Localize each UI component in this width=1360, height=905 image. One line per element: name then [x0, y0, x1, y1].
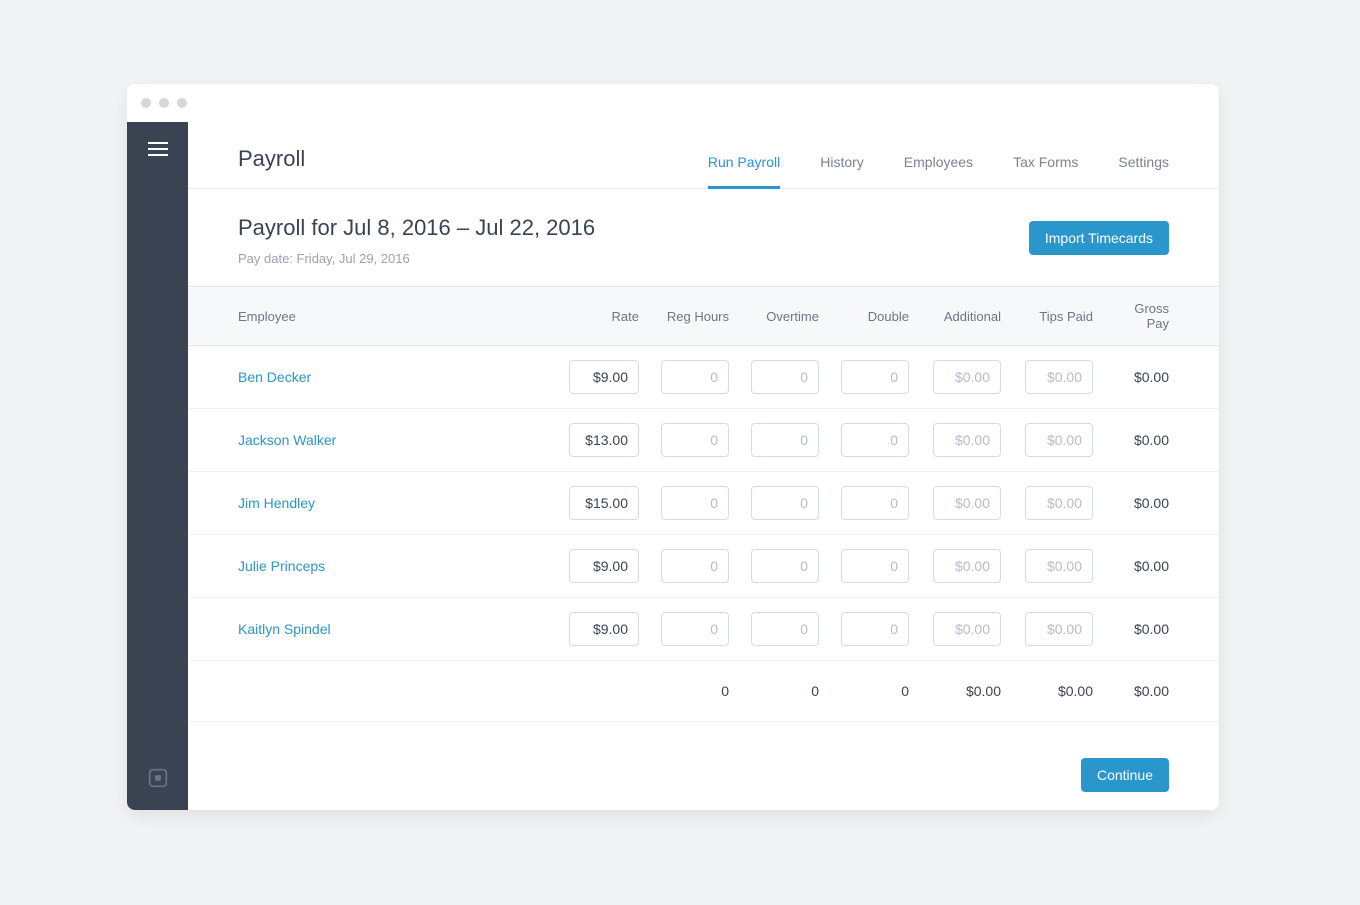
window-dot-close-icon[interactable]: [141, 98, 151, 108]
gross-pay-cell: $0.00: [1101, 598, 1219, 661]
sidebar: [127, 122, 188, 810]
tab-history[interactable]: History: [820, 154, 864, 189]
total-tips: $0.00: [1009, 661, 1101, 722]
tips-input[interactable]: [1025, 360, 1093, 394]
reg-hours-input[interactable]: [661, 423, 729, 457]
app-window: Payroll Run Payroll History Employees Ta…: [127, 84, 1219, 810]
square-logo-icon: [148, 768, 168, 788]
window-dot-max-icon[interactable]: [177, 98, 187, 108]
tab-employees[interactable]: Employees: [904, 154, 973, 189]
col-overtime: Overtime: [737, 287, 827, 346]
tips-input[interactable]: [1025, 486, 1093, 520]
tab-tax-forms[interactable]: Tax Forms: [1013, 154, 1078, 189]
col-reg-hours: Reg Hours: [647, 287, 737, 346]
rate-input[interactable]: [569, 549, 639, 583]
overtime-input[interactable]: [751, 423, 819, 457]
additional-input[interactable]: [933, 360, 1001, 394]
nav-tabs: Run Payroll History Employees Tax Forms …: [708, 154, 1169, 188]
tips-input[interactable]: [1025, 549, 1093, 583]
payroll-table-wrap: Employee Rate Reg Hours Overtime Double …: [188, 286, 1219, 740]
payroll-table: Employee Rate Reg Hours Overtime Double …: [188, 286, 1219, 722]
total-reg: 0: [647, 661, 737, 722]
additional-input[interactable]: [933, 612, 1001, 646]
table-header-row: Employee Rate Reg Hours Overtime Double …: [188, 287, 1219, 346]
additional-input[interactable]: [933, 486, 1001, 520]
subheader: Payroll for Jul 8, 2016 – Jul 22, 2016 P…: [188, 189, 1219, 286]
rate-input[interactable]: [569, 360, 639, 394]
page-title: Payroll: [238, 146, 305, 188]
total-add: $0.00: [917, 661, 1009, 722]
table-row: Ben Decker $0.00: [188, 346, 1219, 409]
footer: Continue: [188, 740, 1219, 810]
reg-hours-input[interactable]: [661, 486, 729, 520]
gross-pay-cell: $0.00: [1101, 346, 1219, 409]
total-ot: 0: [737, 661, 827, 722]
employee-link[interactable]: Kaitlyn Spindel: [238, 621, 331, 637]
reg-hours-input[interactable]: [661, 360, 729, 394]
col-rate: Rate: [561, 287, 647, 346]
double-input[interactable]: [841, 360, 909, 394]
tips-input[interactable]: [1025, 423, 1093, 457]
col-gross-pay: Gross Pay: [1101, 287, 1219, 346]
additional-input[interactable]: [933, 423, 1001, 457]
reg-hours-input[interactable]: [661, 612, 729, 646]
employee-link[interactable]: Ben Decker: [238, 369, 311, 385]
table-row: Kaitlyn Spindel $0.00: [188, 598, 1219, 661]
overtime-input[interactable]: [751, 360, 819, 394]
employee-link[interactable]: Julie Princeps: [238, 558, 325, 574]
overtime-input[interactable]: [751, 612, 819, 646]
table-row: Jackson Walker $0.00: [188, 409, 1219, 472]
double-input[interactable]: [841, 423, 909, 457]
employee-link[interactable]: Jackson Walker: [238, 432, 336, 448]
double-input[interactable]: [841, 486, 909, 520]
continue-button[interactable]: Continue: [1081, 758, 1169, 792]
rate-input[interactable]: [569, 612, 639, 646]
double-input[interactable]: [841, 549, 909, 583]
employee-link[interactable]: Jim Hendley: [238, 495, 315, 511]
page-header: Payroll Run Payroll History Employees Ta…: [188, 122, 1219, 189]
table-row: Julie Princeps $0.00: [188, 535, 1219, 598]
gross-pay-cell: $0.00: [1101, 472, 1219, 535]
window-titlebar: [127, 84, 1219, 122]
double-input[interactable]: [841, 612, 909, 646]
payroll-period-title: Payroll for Jul 8, 2016 – Jul 22, 2016: [238, 215, 595, 241]
total-gross: $0.00: [1101, 661, 1219, 722]
reg-hours-input[interactable]: [661, 549, 729, 583]
additional-input[interactable]: [933, 549, 1001, 583]
tips-input[interactable]: [1025, 612, 1093, 646]
gross-pay-cell: $0.00: [1101, 409, 1219, 472]
rate-input[interactable]: [569, 423, 639, 457]
col-tips-paid: Tips Paid: [1009, 287, 1101, 346]
col-additional: Additional: [917, 287, 1009, 346]
rate-input[interactable]: [569, 486, 639, 520]
main-content: Payroll Run Payroll History Employees Ta…: [188, 122, 1219, 810]
hamburger-menu-icon[interactable]: [148, 142, 168, 156]
table-row: Jim Hendley $0.00: [188, 472, 1219, 535]
tab-run-payroll[interactable]: Run Payroll: [708, 154, 780, 189]
totals-row: 0 0 0 $0.00 $0.00 $0.00: [188, 661, 1219, 722]
gross-pay-cell: $0.00: [1101, 535, 1219, 598]
pay-date-text: Pay date: Friday, Jul 29, 2016: [238, 251, 595, 266]
import-timecards-button[interactable]: Import Timecards: [1029, 221, 1169, 255]
tab-settings[interactable]: Settings: [1118, 154, 1169, 189]
overtime-input[interactable]: [751, 549, 819, 583]
window-dot-min-icon[interactable]: [159, 98, 169, 108]
total-dbl: 0: [827, 661, 917, 722]
overtime-input[interactable]: [751, 486, 819, 520]
col-employee: Employee: [188, 287, 561, 346]
col-double: Double: [827, 287, 917, 346]
